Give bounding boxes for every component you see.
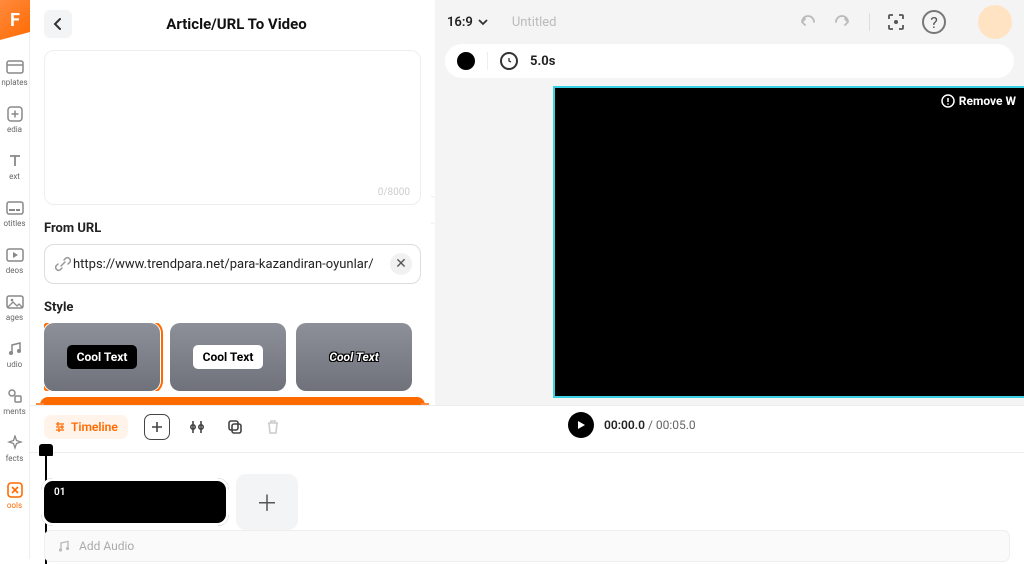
aspect-ratio-selector[interactable]: 16:9 (447, 15, 488, 30)
nav-label: deos (6, 266, 23, 275)
article-content-box[interactable]: 0/8000 (44, 50, 421, 205)
nav-label: ments (3, 407, 25, 416)
nav-label: edia (7, 125, 22, 134)
nav-item-tools[interactable]: ools (0, 481, 30, 510)
nav-item-templates[interactable]: nplates (0, 58, 30, 87)
help-button[interactable]: ? (922, 10, 946, 34)
nav-label: otitles (3, 219, 25, 228)
nav-item-elements[interactable]: ments (0, 387, 30, 416)
add-button[interactable] (144, 414, 170, 440)
alert-icon (941, 94, 955, 108)
style-options: Cool Text Cool Text Cool Text (44, 323, 425, 391)
playhead[interactable] (39, 444, 55, 460)
panel-header: Article/URL To Video (30, 0, 435, 50)
avatar[interactable] (978, 5, 1012, 39)
style-chip-label: Cool Text (67, 345, 138, 369)
undo-button[interactable] (797, 14, 817, 30)
style-label: Style (44, 300, 421, 315)
add-scene-button[interactable]: ＋ (236, 474, 298, 530)
nav-label: nplates (1, 78, 27, 87)
canvas-area: 16:9 Untitled ? 5.0s Remove W (435, 0, 1024, 405)
templates-icon (6, 58, 24, 76)
style-option-0[interactable]: Cool Text (44, 323, 160, 391)
remove-watermark-label: Remove W (959, 94, 1016, 108)
nav-item-videos[interactable]: deos (0, 246, 30, 275)
timeline-toolbar: Timeline (30, 406, 1024, 448)
nav-label: fects (6, 454, 24, 463)
delete-button[interactable] (262, 414, 284, 440)
nav-item-list: nplates edia ext otitles deos ages udio (0, 40, 29, 510)
scene-track: 01 ＋ (44, 474, 298, 530)
text-icon (6, 152, 24, 170)
timeline-chip-label: Timeline (71, 420, 118, 434)
nav-item-images[interactable]: ages (0, 293, 30, 322)
elements-icon (6, 387, 24, 405)
video-play-icon (6, 246, 24, 264)
url-input[interactable] (73, 257, 390, 272)
time-total: 00:05.0 (656, 418, 696, 432)
play-icon (576, 420, 586, 430)
nav-item-effects[interactable]: fects (0, 434, 30, 463)
nav-label: ages (6, 313, 23, 322)
style-chip-label: Cool Text (193, 345, 264, 369)
timeline-section: Timeline 00:00.0 / 00:05.0 01 ＋ Add Audi… (30, 405, 1024, 559)
split-button[interactable] (186, 414, 208, 440)
image-icon (6, 293, 24, 311)
project-title[interactable]: Untitled (512, 15, 557, 30)
sliders-icon (54, 421, 66, 433)
timecode: 00:00.0 / 00:05.0 (604, 418, 696, 432)
nav-item-audio[interactable]: udio (0, 340, 30, 369)
sparkle-icon (6, 434, 24, 452)
time-current: 00:00.0 (604, 418, 645, 432)
canvas-top-bar: 16:9 Untitled ? (435, 0, 1024, 44)
clear-url-button[interactable]: ✕ (390, 253, 412, 275)
play-button[interactable] (568, 412, 594, 438)
scene-index: 01 (54, 487, 65, 498)
style-option-1[interactable]: Cool Text (170, 323, 286, 391)
subtitles-icon (6, 199, 24, 217)
focus-frame-button[interactable] (886, 12, 906, 32)
music-note-icon (57, 539, 71, 553)
add-audio-row[interactable]: Add Audio (44, 530, 1010, 562)
tools-icon (6, 481, 24, 499)
add-audio-label: Add Audio (79, 539, 134, 553)
remove-watermark-button[interactable]: Remove W (941, 94, 1016, 108)
from-url-label: From URL (44, 221, 421, 236)
clock-icon (500, 52, 518, 70)
clip-info-bar: 5.0s (445, 44, 1014, 78)
scene-color-dot[interactable] (457, 52, 475, 70)
divider (487, 52, 488, 70)
toolbar-divider (869, 13, 870, 31)
redo-button[interactable] (833, 14, 853, 30)
panel-title: Article/URL To Video (52, 15, 421, 33)
timeline-mode-chip[interactable]: Timeline (44, 415, 128, 439)
playback-controls: 00:00.0 / 00:05.0 (568, 412, 696, 438)
nav-item-media[interactable]: edia (0, 105, 30, 134)
aspect-ratio-value: 16:9 (447, 15, 473, 30)
plus-box-icon (6, 105, 24, 123)
music-icon (6, 340, 24, 358)
top-actions: ? (797, 5, 1012, 39)
style-chip-label: Cool Text (319, 345, 388, 369)
nav-label: ools (7, 501, 22, 510)
link-icon (53, 256, 73, 272)
left-navigation: F nplates edia ext otitles deos ages udi… (0, 0, 30, 559)
chevron-down-icon (478, 18, 488, 26)
clip-duration: 5.0s (530, 54, 555, 69)
timeline-ruler (30, 452, 1024, 453)
video-preview[interactable]: Remove W (555, 88, 1024, 396)
nav-item-text[interactable]: ext (0, 152, 30, 181)
char-counter: 0/8000 (378, 187, 410, 198)
nav-label: udio (7, 360, 22, 369)
nav-item-subtitles[interactable]: otitles (0, 199, 30, 228)
scene-clip[interactable]: 01 (44, 481, 226, 523)
nav-label: ext (9, 172, 20, 181)
app-logo: F (0, 0, 30, 40)
duplicate-button[interactable] (224, 414, 246, 440)
url-input-row: ✕ (44, 244, 421, 284)
style-option-2[interactable]: Cool Text (296, 323, 412, 391)
